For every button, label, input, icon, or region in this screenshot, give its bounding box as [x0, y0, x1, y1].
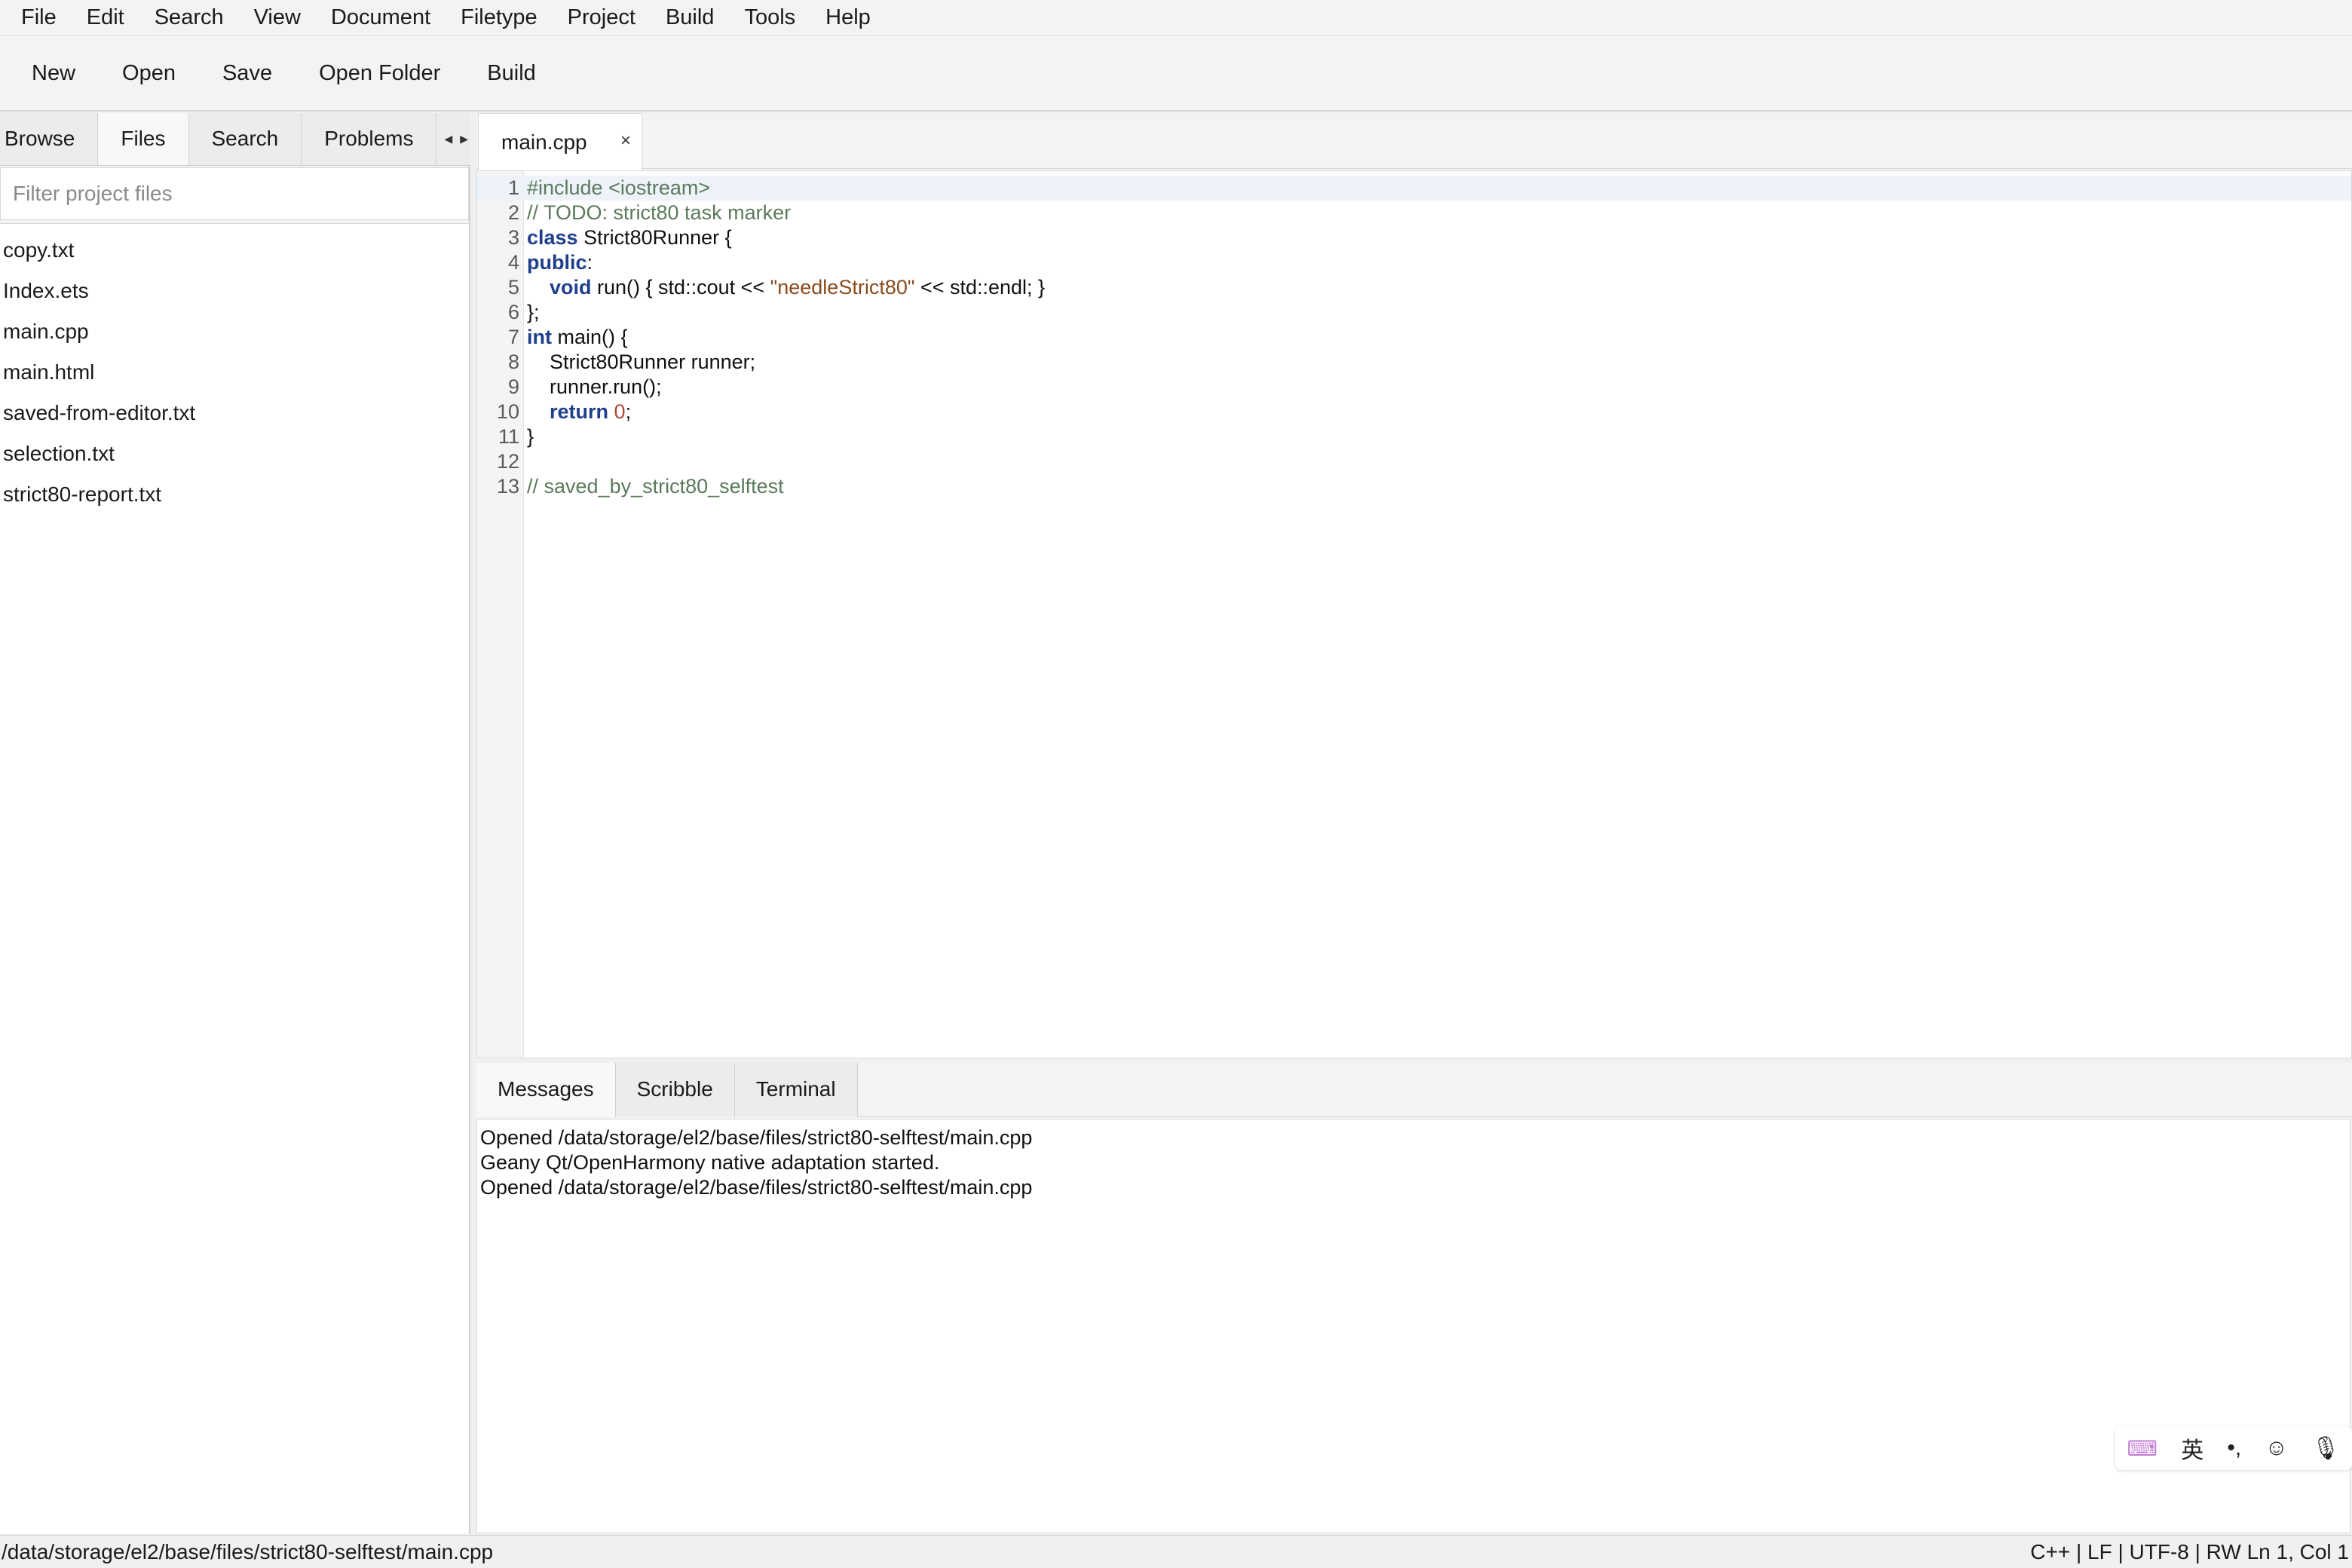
message-line: Opened /data/storage/el2/base/files/stri…: [480, 1126, 1033, 1149]
file-item-strict80-report[interactable]: strict80-report.txt: [0, 474, 469, 515]
language-icon[interactable]: 英: [2181, 1432, 2203, 1465]
tab-scribble[interactable]: Scribble: [615, 1063, 735, 1117]
code-line: 9 runner.run();: [477, 375, 2351, 400]
tab-browse[interactable]: Browse: [0, 113, 99, 165]
code-text: // saved_by_strict80_selftest: [527, 475, 784, 498]
file-item-main-html[interactable]: main.html: [0, 352, 469, 393]
menu-build[interactable]: Build: [651, 0, 730, 36]
code-line: 5 void run() { std::cout << "needleStric…: [477, 275, 2351, 300]
close-icon[interactable]: ×: [620, 130, 631, 152]
emoji-icon[interactable]: ☺: [2265, 1435, 2288, 1461]
filter-input[interactable]: [13, 182, 468, 206]
tab-problems[interactable]: Problems: [302, 113, 437, 165]
code-line: 13 // saved_by_strict80_selftest: [477, 474, 2351, 499]
code-text: return 0;: [550, 400, 632, 423]
code-text: runner.run();: [527, 375, 662, 398]
code-line: 7 int main() {: [477, 325, 2351, 350]
menu-project[interactable]: Project: [553, 0, 651, 36]
microphone-icon[interactable]: 🎙: [2311, 1435, 2340, 1462]
menu-bar: File Edit Search View Document Filetype …: [0, 0, 2352, 36]
open-button[interactable]: Open: [107, 51, 191, 96]
menu-document[interactable]: Document: [316, 0, 446, 36]
tab-messages[interactable]: Messages: [476, 1063, 616, 1117]
sidebar-tabs: Browse Files Search Problems ◀ ▶: [0, 113, 470, 166]
code-line: 12: [477, 449, 2351, 474]
message-line: Geany Qt/OpenHarmony native adaptation s…: [480, 1151, 940, 1174]
punctuation-icon[interactable]: •,: [2227, 1435, 2241, 1461]
code-line: 3 class Strict80Runner {: [477, 225, 2351, 250]
code-text: int main() {: [527, 326, 628, 348]
scroll-right-icon[interactable]: ▶: [460, 133, 468, 145]
status-bar: /data/storage/el2/base/files/strict80-se…: [0, 1535, 2352, 1568]
menu-file[interactable]: File: [6, 0, 72, 36]
line-number: 12: [496, 450, 519, 473]
sidebar: Browse Files Search Problems ◀ ▶ copy.tx…: [0, 113, 470, 1534]
code-text: // TODO: strict80 task marker: [527, 201, 792, 224]
document-tab-main-cpp[interactable]: main.cpp ×: [478, 113, 642, 170]
menu-filetype[interactable]: Filetype: [446, 0, 553, 36]
menu-search[interactable]: Search: [139, 0, 239, 36]
status-file-path: /data/storage/el2/base/files/strict80-se…: [2, 1539, 494, 1563]
menu-tools[interactable]: Tools: [729, 0, 810, 36]
keyboard-icon[interactable]: ⌨: [2127, 1436, 2158, 1461]
message-panel: Messages Scribble Terminal Opened /data/…: [476, 1063, 2352, 1534]
file-item-main-cpp[interactable]: main.cpp: [0, 311, 469, 352]
file-item-saved-from-editor[interactable]: saved-from-editor.txt: [0, 393, 469, 433]
line-number: 2: [507, 201, 519, 224]
code-line: 11}: [477, 424, 2351, 449]
open-folder-button[interactable]: Open Folder: [304, 51, 455, 96]
line-number: 3: [507, 226, 519, 249]
line-number: 5: [507, 276, 519, 299]
code-text: }: [527, 425, 534, 448]
message-line: Opened /data/storage/el2/base/files/stri…: [480, 1176, 1033, 1199]
line-number: 7: [507, 326, 519, 348]
message-log[interactable]: Opened /data/storage/el2/base/files/stri…: [476, 1119, 2350, 1533]
code-text: public:: [527, 251, 593, 274]
status-info: C++ | LF | UTF-8 | RW Ln 1, Col 1: [2030, 1539, 2349, 1563]
document-tab-label: main.cpp: [501, 130, 587, 154]
tab-search[interactable]: Search: [188, 113, 302, 165]
menu-view[interactable]: View: [239, 0, 316, 36]
tab-scroll-arrows: ◀ ▶: [436, 113, 470, 165]
save-button[interactable]: Save: [207, 51, 287, 96]
code-text: };: [527, 301, 540, 323]
editor-pane: main.cpp × 1 #include <iostream> 2 // TODO:…: [476, 113, 2352, 1059]
new-button[interactable]: New: [17, 51, 90, 96]
file-item-selection-txt[interactable]: selection.txt: [0, 433, 469, 474]
code-text: Strict80Runner runner;: [527, 351, 756, 373]
code-line: 2 // TODO: strict80 task marker: [477, 201, 2351, 225]
code-line: 6};: [477, 300, 2351, 325]
line-number: 9: [507, 375, 519, 398]
document-tabs: main.cpp ×: [476, 113, 2352, 170]
code-line: 4 public:: [477, 250, 2351, 275]
line-number: 1: [507, 176, 519, 199]
line-number: 10: [496, 400, 519, 423]
code-line: 8 Strict80Runner runner;: [477, 350, 2351, 375]
file-item-index-ets[interactable]: Index.ets: [0, 271, 469, 311]
scroll-left-icon[interactable]: ◀: [444, 133, 452, 145]
code-text: #include <iostream>: [527, 176, 711, 199]
line-number: 4: [507, 251, 519, 274]
code-text: class Strict80Runner {: [527, 226, 732, 249]
line-number: 6: [507, 301, 519, 323]
tab-terminal[interactable]: Terminal: [734, 1063, 858, 1117]
file-list: copy.txt Index.ets main.cpp main.html sa…: [0, 223, 469, 1533]
code-line: 10 return 0;: [477, 400, 2351, 424]
code-editor[interactable]: 1 #include <iostream> 2 // TODO: strict80 t…: [476, 170, 2352, 1058]
line-number: 11: [498, 425, 519, 448]
message-tabs: Messages Scribble Terminal: [476, 1063, 2352, 1117]
filter-project-files: [0, 167, 469, 220]
code-text: void run() { std::cout << "needleStrict8…: [550, 276, 1046, 299]
tab-files[interactable]: Files: [98, 113, 189, 165]
build-button[interactable]: Build: [472, 51, 551, 96]
ime-toolbar: ⌨ 英 •, ☺ 🎙: [2115, 1426, 2352, 1470]
line-number: 8: [507, 351, 519, 373]
menu-edit[interactable]: Edit: [72, 0, 139, 36]
file-item-copy-txt[interactable]: copy.txt: [0, 230, 469, 271]
toolbar: New Open Save Open Folder Build: [0, 36, 2352, 112]
line-number: 13: [496, 475, 519, 498]
menu-help[interactable]: Help: [810, 0, 886, 36]
code-lines: 1 #include <iostream> 2 // TODO: strict80 t…: [477, 176, 2351, 499]
code-line: 1 #include <iostream>: [477, 176, 2351, 201]
